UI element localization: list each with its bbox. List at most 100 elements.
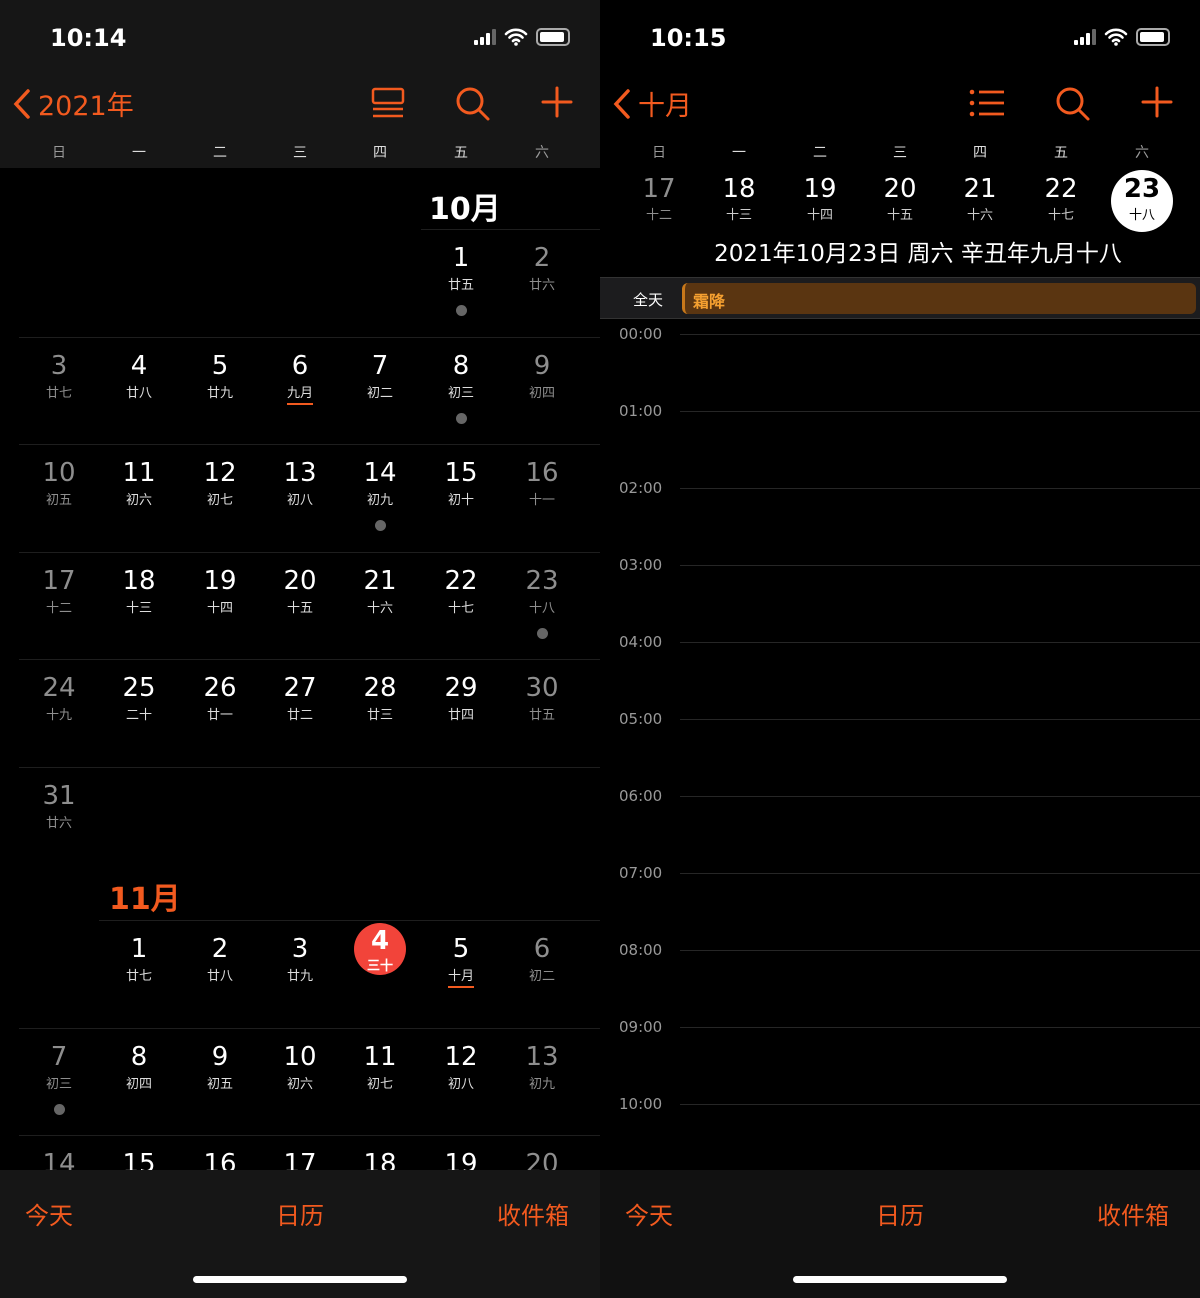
day-cell[interactable]: 17 十二 [19, 567, 99, 618]
lunar-date: 廿九 [206, 385, 233, 401]
home-indicator[interactable] [193, 1276, 407, 1283]
day-cell[interactable]: 16 十一 [502, 459, 582, 510]
week-day[interactable]: 19 十四 [780, 174, 860, 223]
lunar-date: 初三 [45, 1076, 72, 1092]
lunar-date: 十二 [45, 600, 72, 616]
tab-inbox[interactable]: 收件箱 [1097, 1196, 1169, 1231]
day-cell[interactable]: 11 初六 [99, 459, 179, 510]
day-cell[interactable]: 1 廿五 [421, 244, 501, 316]
hour-row: 09:00 [600, 1018, 1200, 1038]
day-cell[interactable]: 30 廿五 [502, 674, 582, 725]
lunar-date: 二十 [125, 708, 152, 723]
hour-label: 10:00 [619, 1095, 663, 1113]
lunar-date: 廿六 [45, 815, 72, 831]
day-number: 19 [203, 565, 237, 596]
day-cell[interactable]: 9 初四 [502, 352, 582, 403]
home-indicator[interactable] [793, 1276, 1007, 1283]
day-cell[interactable]: 31 廿六 [19, 782, 99, 833]
week-day[interactable]: 23 十八 [1111, 170, 1173, 232]
weekday-label: 二 [213, 145, 227, 161]
day-cell[interactable]: 1 廿七 [99, 935, 179, 986]
day-cell[interactable]: 14 初九 [340, 459, 420, 531]
event-dot [53, 1103, 65, 1115]
day-cell[interactable]: 6 九月 [260, 352, 340, 405]
day-cell[interactable]: 21 十六 [340, 567, 420, 618]
day-cell[interactable]: 11 初七 [340, 1043, 420, 1094]
hour-line [680, 873, 1200, 874]
week-day[interactable]: 17 十二 [619, 174, 699, 223]
week-day[interactable]: 20 十五 [860, 174, 940, 223]
day-number: 2 [533, 243, 551, 273]
day-cell[interactable]: 13 初八 [260, 459, 340, 510]
day-cell[interactable]: 24 十九 [19, 674, 99, 725]
all-day-event[interactable]: 霜降 [682, 283, 1196, 314]
day-cell[interactable]: 12 初八 [421, 1043, 501, 1094]
week-separator [19, 766, 600, 768]
day-cell[interactable]: 20 十五 [260, 567, 340, 618]
lunar-date: 廿四 [447, 708, 474, 723]
day-cell[interactable]: 2 廿六 [502, 244, 582, 295]
day-cell[interactable]: 29 廿四 [421, 674, 501, 725]
search-icon[interactable] [455, 86, 491, 122]
day-cell[interactable]: 4 廿八 [99, 352, 179, 403]
event-title: 霜降 [693, 292, 726, 311]
back-to-month-button[interactable]: 十月 [612, 84, 692, 123]
day-number: 12 [444, 1041, 478, 1072]
week-separator [99, 920, 600, 921]
day-number: 12 [203, 458, 237, 488]
day-cell[interactable]: 15 初十 [421, 459, 501, 510]
tab-today[interactable]: 今天 [25, 1196, 73, 1231]
day-cell[interactable]: 18 十三 [99, 567, 179, 618]
day-cell[interactable]: 5 十月 [421, 935, 501, 988]
day-cell[interactable]: 9 初五 [180, 1043, 260, 1094]
day-cell[interactable]: 4 三十 [340, 923, 420, 975]
lunar-date: 三十 [366, 959, 393, 974]
week-separator [19, 1135, 600, 1136]
day-cell[interactable]: 2 廿八 [180, 935, 260, 986]
list-view-icon[interactable] [371, 86, 405, 120]
day-cell[interactable]: 7 初三 [19, 1043, 99, 1115]
lunar-date: 廿五 [447, 278, 474, 293]
hour-line [680, 1027, 1200, 1028]
week-day[interactable]: 18 十三 [699, 174, 779, 223]
lunar-date: 十四 [206, 600, 233, 616]
day-cell[interactable]: 27 廿二 [260, 674, 340, 725]
day-cell[interactable]: 28 廿三 [340, 674, 420, 725]
day-number: 8 [130, 1041, 148, 1072]
day-number: 7 [371, 350, 389, 381]
tab-inbox[interactable]: 收件箱 [497, 1196, 569, 1231]
day-cell[interactable]: 23 十八 [502, 567, 582, 639]
list-icon[interactable] [969, 86, 1005, 120]
day-cell[interactable]: 6 初二 [502, 935, 582, 986]
hour-line [680, 411, 1200, 412]
day-cell[interactable]: 25 二十 [99, 674, 179, 725]
week-day[interactable]: 22 十七 [1021, 174, 1101, 223]
day-cell[interactable]: 22 十七 [421, 567, 501, 618]
lunar-date: 廿五 [528, 708, 555, 723]
day-cell[interactable]: 10 初六 [260, 1043, 340, 1094]
day-cell[interactable]: 26 廿一 [180, 674, 260, 725]
back-to-year-button[interactable]: 2021年 [12, 84, 134, 123]
search-icon[interactable] [1055, 86, 1091, 122]
day-cell[interactable]: 3 廿七 [19, 352, 99, 403]
add-icon[interactable] [1141, 86, 1173, 118]
day-cell[interactable]: 5 廿九 [180, 352, 260, 403]
day-cell[interactable]: 13 初九 [502, 1043, 582, 1094]
day-cell[interactable]: 19 十四 [180, 567, 260, 618]
tab-today[interactable]: 今天 [625, 1196, 673, 1231]
day-cell[interactable]: 3 廿九 [260, 935, 340, 986]
day-cell[interactable]: 8 初三 [421, 352, 501, 424]
tab-calendars[interactable]: 日历 [276, 1196, 324, 1231]
month-view-screen: 10:14 2021年 日一二三四五六 10月 1 廿五 2 廿六 3 廿七 4 廿八 5 廿九 6 九… [0, 0, 600, 1298]
week-day[interactable]: 21 十六 [940, 174, 1020, 223]
day-cell[interactable]: 8 初四 [99, 1043, 179, 1094]
tab-calendars[interactable]: 日历 [876, 1196, 924, 1231]
day-cell[interactable]: 7 初二 [340, 352, 420, 403]
add-icon[interactable] [541, 86, 573, 118]
week-separator [421, 229, 600, 230]
hour-label: 08:00 [619, 941, 663, 959]
day-number: 4 [130, 350, 148, 381]
day-cell[interactable]: 12 初七 [180, 459, 260, 510]
hour-row: 06:00 [600, 787, 1200, 807]
day-cell[interactable]: 10 初五 [19, 459, 99, 510]
